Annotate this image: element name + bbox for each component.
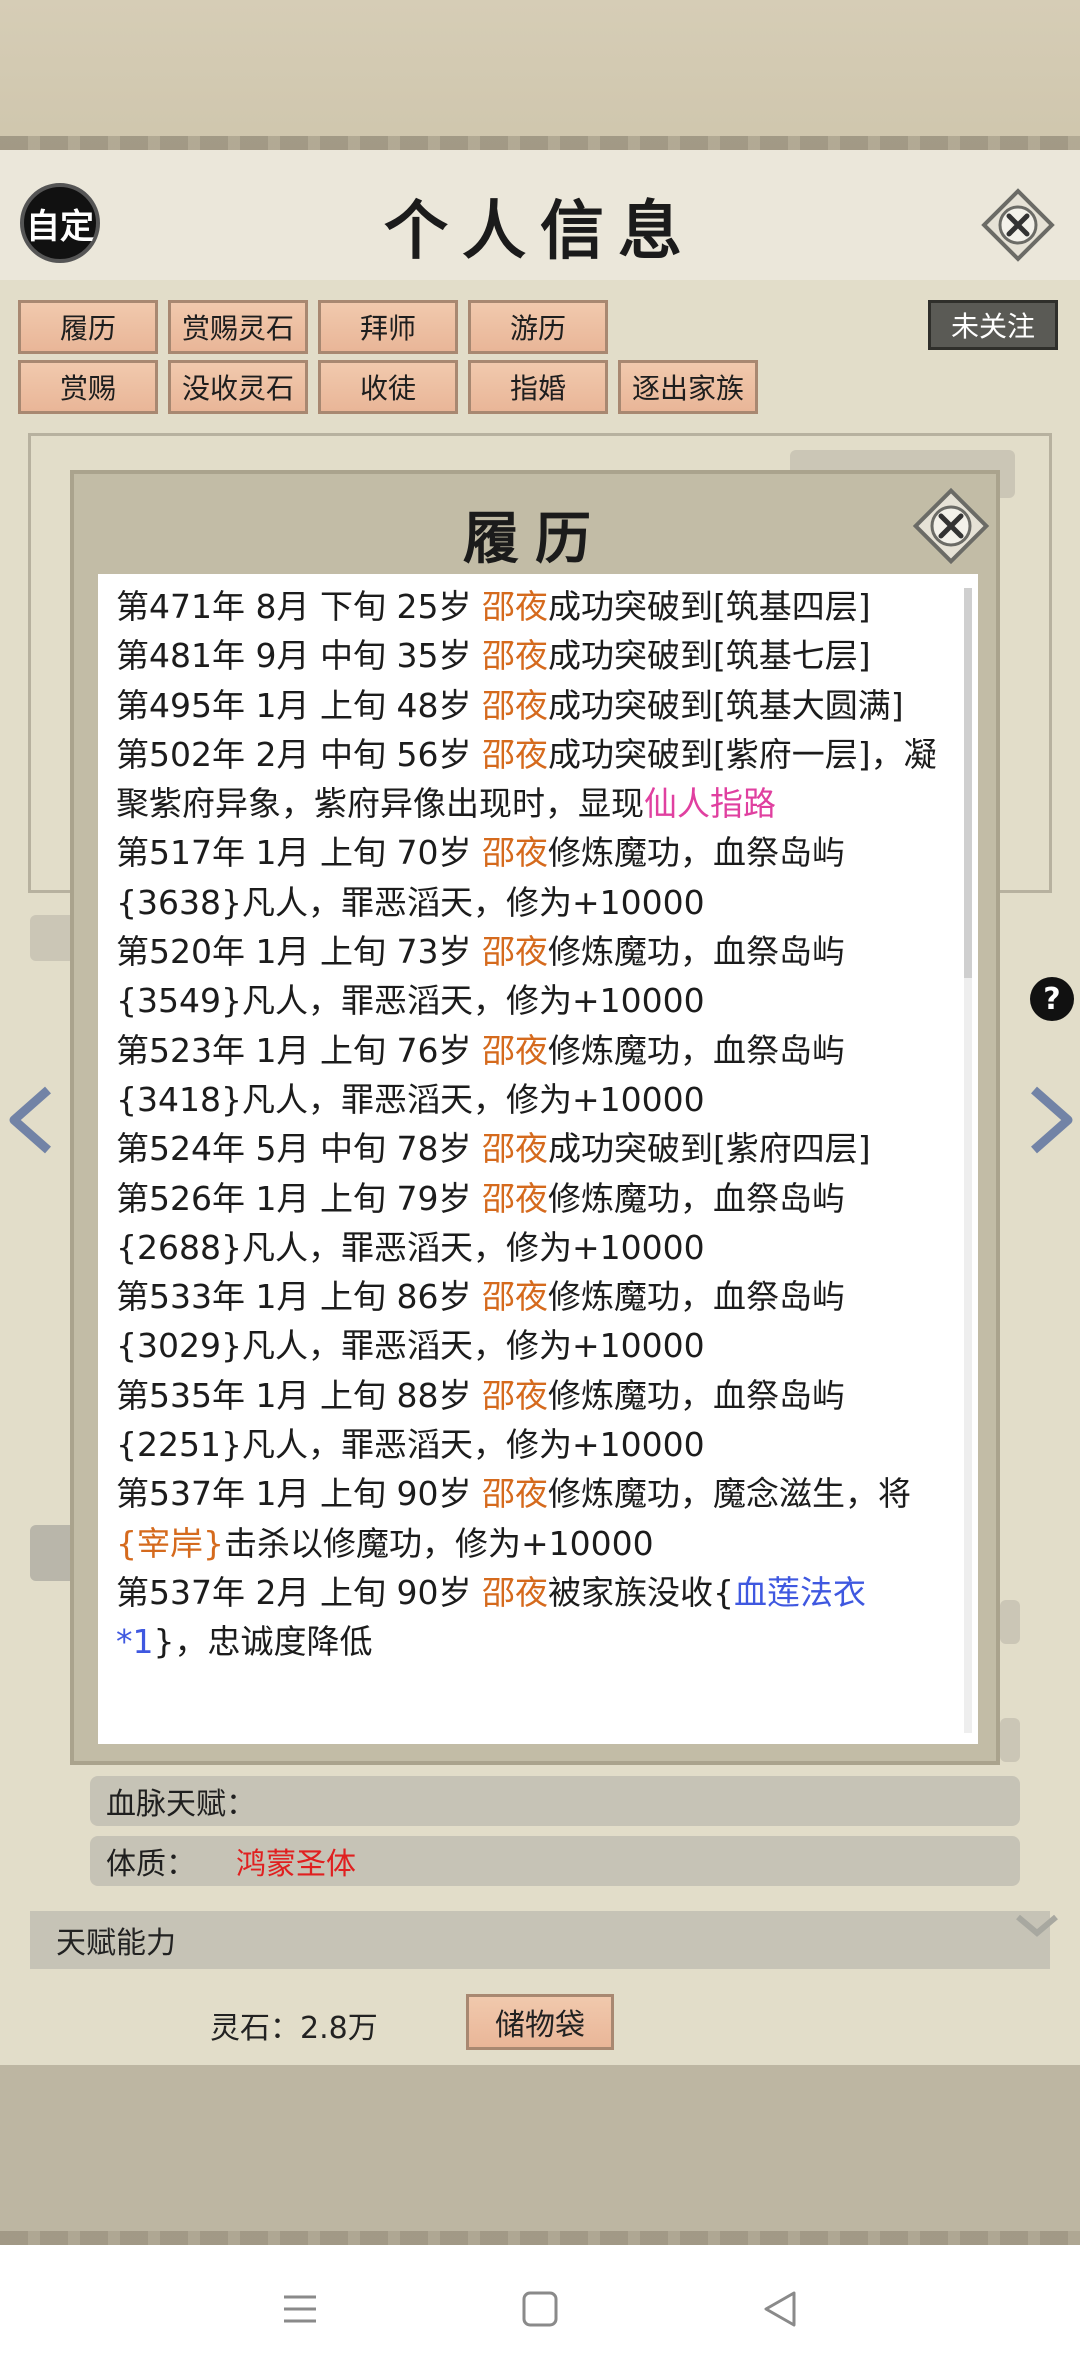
log-entry-name: 邵夜	[481, 932, 548, 972]
spirit-stone-count: 灵石：2.8万	[210, 2011, 378, 2046]
log-entry-date: 第502年 2月 中旬 56岁	[116, 734, 482, 774]
log-entry-name: 邵夜	[481, 1474, 548, 1514]
home-nav-button[interactable]	[520, 2289, 560, 2333]
log-entry-text: 被家族没收{	[547, 1572, 734, 1612]
log-entry: 第495年 1月 上旬 48岁 邵夜成功突破到[筑基大圆满]	[116, 681, 946, 730]
log-entry: 第523年 1月 上旬 76岁 邵夜修炼魔功，血祭岛屿{3418}凡人，罪恶滔天…	[116, 1026, 946, 1125]
log-entry-name: 邵夜	[481, 1129, 548, 1169]
log-entry-date: 第524年 5月 中旬 78岁	[116, 1129, 482, 1169]
resume-log-list[interactable]: 第471年 8月 下旬 25岁 邵夜成功突破到[筑基四层] 第481年 9月 中旬…	[98, 574, 978, 1744]
log-entry-date: 第533年 1月 上旬 86岁	[116, 1277, 482, 1317]
log-entry-date: 第481年 9月 中旬 35岁	[116, 636, 482, 676]
log-entry: 第535年 1月 上旬 88岁 邵夜修炼魔功，血祭岛屿{2251}凡人，罪恶滔天…	[116, 1371, 946, 1470]
log-entry: 第524年 5月 中旬 78岁 邵夜成功突破到[紫府四层]	[116, 1124, 946, 1173]
log-entry-date: 第520年 1月 上旬 73岁	[116, 932, 482, 972]
take-disciple-button[interactable]: 收徒	[318, 360, 458, 414]
system-nav-bar	[0, 2245, 1080, 2376]
log-entry-text: 成功突破到[筑基大圆满]	[547, 685, 904, 725]
help-button[interactable]: ?	[1028, 975, 1076, 1023]
apprentice-button[interactable]: 拜师	[318, 300, 458, 354]
log-entry-date: 第495年 1月 上旬 48岁	[116, 685, 482, 725]
menu-icon	[284, 2295, 316, 2322]
log-entry-highlight: 仙人指路	[644, 784, 776, 824]
log-entry-name: 邵夜	[481, 685, 548, 725]
chevron-right-icon	[1031, 1086, 1073, 1154]
reward-stone-button[interactable]: 赏赐灵石	[168, 300, 308, 354]
bloodline-row: 血脉天赋：	[90, 1776, 1020, 1826]
log-entry-name: 邵夜	[481, 1030, 548, 1070]
log-entry-name: 邵夜	[481, 587, 548, 626]
log-entry-date: 第526年 1月 上旬 79岁	[116, 1178, 482, 1218]
log-entry-text: 击杀以修魔功，修为+10000	[224, 1523, 654, 1563]
talent-label: 天赋能力	[56, 1926, 176, 1961]
bottom-decoration	[0, 2065, 1080, 2245]
physique-label: 体质：	[106, 1847, 196, 1882]
confiscate-stone-button[interactable]: 没收灵石	[168, 360, 308, 414]
log-entry-text: 修炼魔功，魔念滋生，将	[547, 1474, 911, 1514]
bloodline-label: 血脉天赋：	[106, 1787, 256, 1822]
log-entry: 第526年 1月 上旬 79岁 邵夜修炼魔功，血祭岛屿{2688}凡人，罪恶滔天…	[116, 1174, 946, 1273]
hidden-row-edge	[1000, 1718, 1020, 1762]
close-dialog-button[interactable]	[909, 484, 993, 568]
log-entry-text: 成功突破到[筑基四层]	[547, 587, 871, 626]
follow-status-badge[interactable]: 未关注	[928, 300, 1058, 350]
chevron-left-icon	[9, 1086, 51, 1154]
resume-button[interactable]: 履历	[18, 300, 158, 354]
log-entry-name: 邵夜	[481, 734, 548, 774]
back-nav-button[interactable]	[760, 2289, 800, 2333]
talent-section-header[interactable]: 天赋能力	[30, 1911, 1050, 1969]
physique-value: 鸿蒙圣体	[236, 1847, 356, 1882]
help-icon: ?	[1030, 977, 1074, 1021]
close-page-button[interactable]	[978, 185, 1058, 265]
expel-button[interactable]: 逐出家族	[618, 360, 758, 414]
log-entry: 第502年 2月 中旬 56岁 邵夜成功突破到[紫府一层]，凝聚紫府异象，紫府异…	[116, 730, 946, 829]
log-entry-name: 邵夜	[481, 636, 548, 676]
resume-dialog: 履历 第471年 8月 下旬 25岁 邵夜成功突破到[筑基四层] 第481年 9月…	[70, 470, 1000, 1765]
menu-nav-button[interactable]	[280, 2289, 320, 2333]
svg-text:?: ?	[1043, 982, 1060, 1017]
log-entry: 第520年 1月 上旬 73岁 邵夜修炼魔功，血祭岛屿{3549}凡人，罪恶滔天…	[116, 927, 946, 1026]
log-entry-date: 第471年 8月 下旬 25岁	[116, 587, 482, 626]
log-entry: 第533年 1月 上旬 86岁 邵夜修炼魔功，血祭岛屿{3029}凡人，罪恶滔天…	[116, 1272, 946, 1371]
hidden-row-edge	[1000, 1600, 1020, 1644]
storage-bag-button[interactable]: 储物袋	[466, 1994, 614, 2050]
log-entry-date: 第537年 1月 上旬 90岁	[116, 1474, 482, 1514]
back-icon	[764, 2291, 796, 2326]
log-entry: 第537年 1月 上旬 90岁 邵夜修炼魔功，魔念滋生，将 {宰岸}击杀以修魔功，…	[116, 1469, 946, 1568]
next-character-button[interactable]	[1022, 1070, 1080, 1170]
travel-button[interactable]: 游历	[468, 300, 608, 354]
log-entry-name: 邵夜	[481, 1277, 548, 1317]
log-entry: 第517年 1月 上旬 70岁 邵夜修炼魔功，血祭岛屿{3638}凡人，罪恶滔天…	[116, 828, 946, 927]
reward-button[interactable]: 赏赐	[18, 360, 158, 414]
dialog-title: 履历	[463, 506, 607, 572]
physique-row: 体质： 鸿蒙圣体	[90, 1836, 1020, 1886]
expand-talent-button[interactable]	[1012, 1905, 1062, 1945]
prev-character-button[interactable]	[0, 1070, 60, 1170]
log-entry-date: 第523年 1月 上旬 76岁	[116, 1030, 482, 1070]
scrollbar-thumb[interactable]	[964, 588, 972, 978]
log-entry: 第471年 8月 下旬 25岁 邵夜成功突破到[筑基四层]	[116, 582, 946, 631]
log-entry-text: 成功突破到[筑基七层]	[547, 636, 871, 676]
close-icon	[912, 487, 990, 565]
log-entry-date: 第537年 2月 上旬 90岁	[116, 1572, 482, 1612]
log-entry-name: 邵夜	[481, 1375, 548, 1415]
custom-button[interactable]: 自定	[20, 183, 100, 263]
home-icon	[522, 2291, 558, 2326]
top-decoration	[0, 0, 1080, 150]
log-entry-date: 第517年 1月 上旬 70岁	[116, 833, 482, 873]
log-text: 第471年 8月 下旬 25岁 邵夜成功突破到[筑基四层] 第481年 9月 中旬…	[116, 582, 946, 1667]
log-entry: 第481年 9月 中旬 35岁 邵夜成功突破到[筑基七层]	[116, 631, 946, 680]
page-title: 个人信息	[384, 194, 696, 269]
log-entry-name: 邵夜	[481, 1572, 548, 1612]
chevron-down-icon	[1016, 1914, 1058, 1937]
log-entry: 第537年 2月 上旬 90岁 邵夜被家族没收{血莲法衣*1}，忠诚度降低	[116, 1568, 946, 1667]
log-entry-name: 邵夜	[481, 1178, 548, 1218]
log-entry-text: }，忠诚度降低	[153, 1622, 373, 1662]
arrange-marriage-button[interactable]: 指婚	[468, 360, 608, 414]
close-icon	[981, 188, 1055, 262]
log-entry-name: 邵夜	[481, 833, 548, 873]
log-entry-date: 第535年 1月 上旬 88岁	[116, 1375, 482, 1415]
log-entry-text: 成功突破到[紫府四层]	[547, 1129, 871, 1169]
log-entry-highlight: {宰岸}	[116, 1523, 224, 1563]
